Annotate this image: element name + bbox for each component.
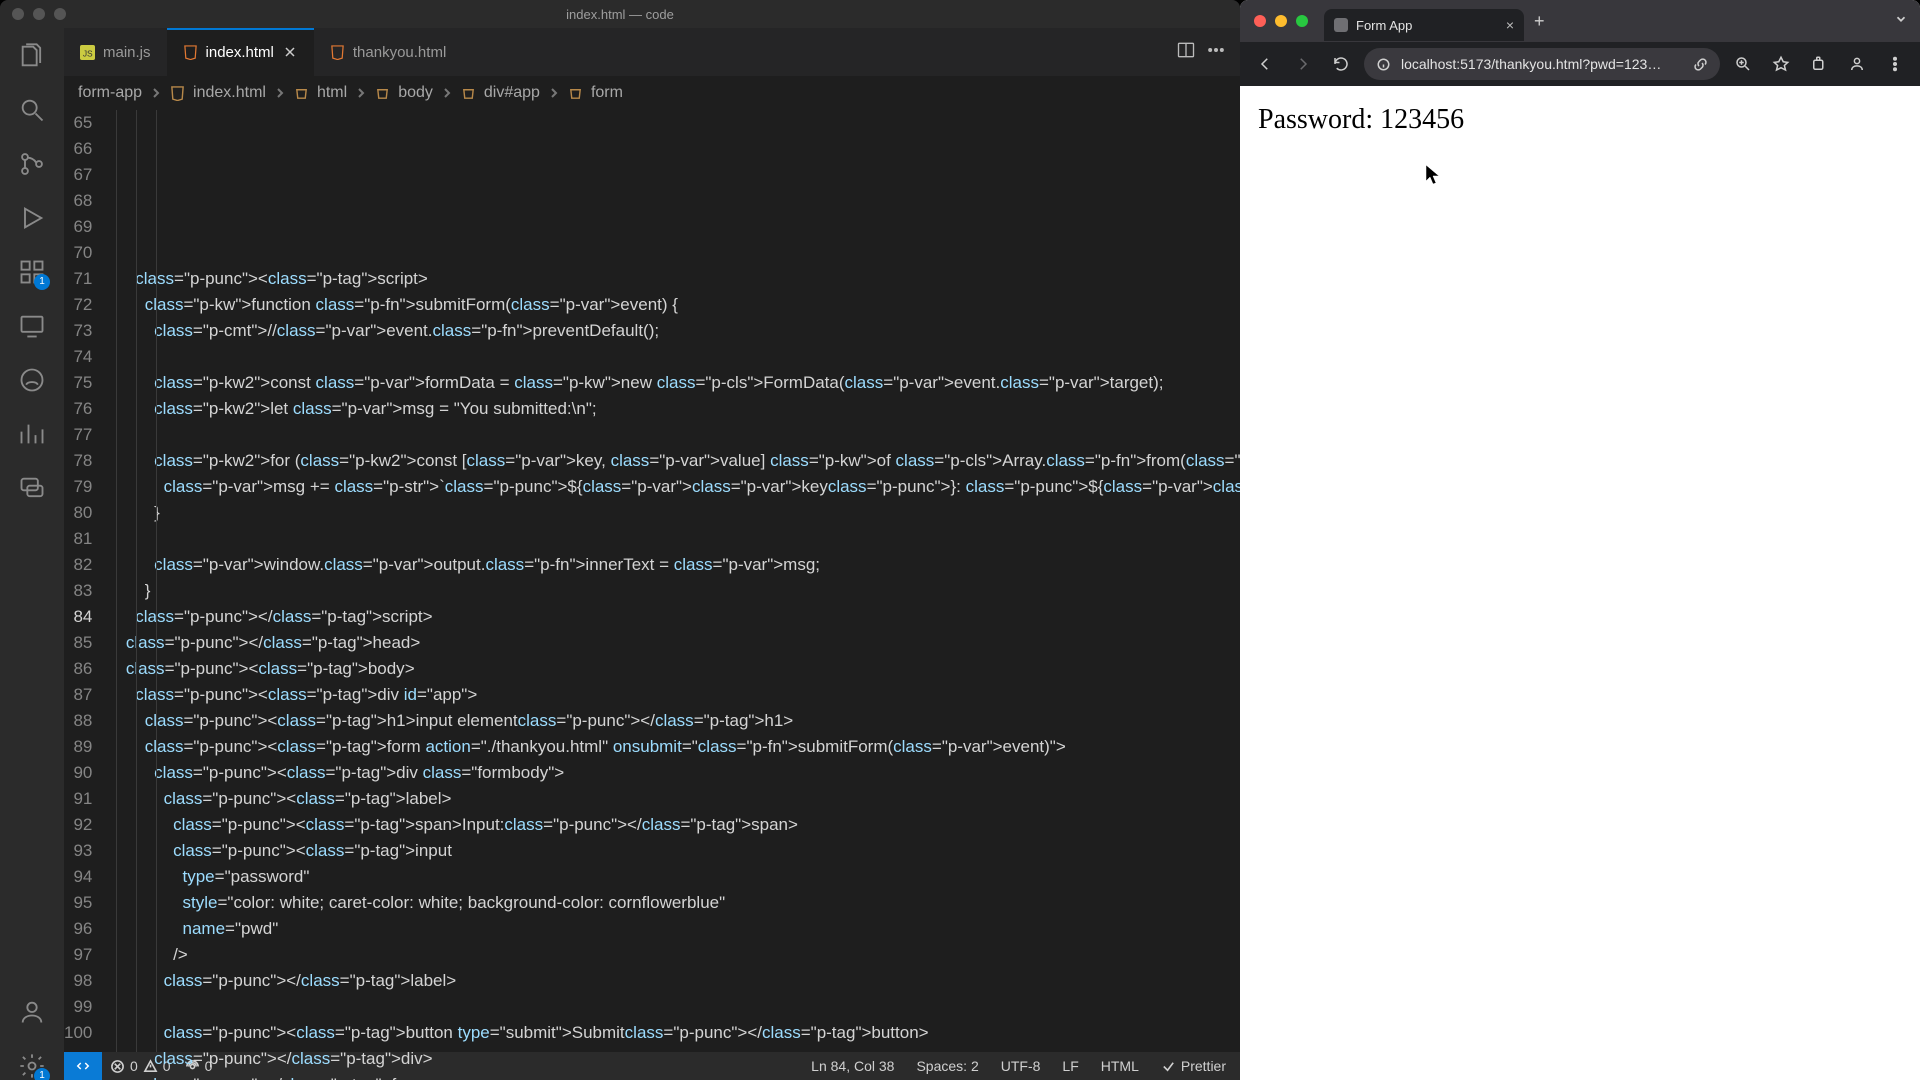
vscode-titlebar: index.html — code xyxy=(0,0,1240,28)
copilot-icon[interactable] xyxy=(18,366,46,394)
profile-icon[interactable] xyxy=(1842,49,1872,79)
code-content[interactable]: class="p-punc"><class="p-tag">script> cl… xyxy=(116,110,1240,1052)
graph-icon[interactable] xyxy=(18,420,46,448)
bookmark-icon[interactable] xyxy=(1766,49,1796,79)
settings-badge: 1 xyxy=(34,1068,50,1080)
close-icon[interactable]: × xyxy=(1506,17,1514,33)
search-icon[interactable] xyxy=(18,96,46,124)
line-gutter: 6566676869707172737475767778798081828384… xyxy=(64,110,116,1052)
activity-bar: 1 1 xyxy=(0,28,64,1080)
expand-icon[interactable] xyxy=(1894,12,1908,31)
remote-explorer-icon[interactable] xyxy=(18,312,46,340)
share-link-icon[interactable] xyxy=(1693,57,1708,72)
tab-index-html[interactable]: index.html xyxy=(167,28,314,76)
source-control-icon[interactable] xyxy=(18,150,46,178)
extensions-icon[interactable]: 1 xyxy=(18,258,46,286)
window-zoom-icon[interactable] xyxy=(1296,15,1308,27)
editor-area: JS main.js index.html thankyou.html xyxy=(64,28,1240,1080)
accounts-icon[interactable] xyxy=(18,998,46,1026)
address-bar[interactable]: localhost:5173/thankyou.html?pwd=123… xyxy=(1364,48,1720,80)
run-debug-icon[interactable] xyxy=(18,204,46,232)
close-icon[interactable] xyxy=(282,44,298,60)
site-info-icon[interactable] xyxy=(1376,57,1391,72)
explorer-icon[interactable] xyxy=(18,42,46,70)
editor-tabs: JS main.js index.html thankyou.html xyxy=(64,28,1240,76)
mouse-cursor-icon xyxy=(1425,164,1441,186)
favicon-icon xyxy=(1334,18,1348,32)
browser-window: Form App × + localhost:5173/thankyou.htm… xyxy=(1240,0,1920,1080)
extensions-puzzle-icon[interactable] xyxy=(1804,49,1834,79)
forward-button[interactable] xyxy=(1288,49,1318,79)
split-editor-icon[interactable] xyxy=(1176,40,1196,65)
url-text: localhost:5173/thankyou.html?pwd=123… xyxy=(1401,56,1683,72)
breadcrumb[interactable]: form-app index.html html body div#app fo xyxy=(64,76,1240,110)
tab-label: index.html xyxy=(206,44,274,61)
tab-main-js[interactable]: JS main.js xyxy=(64,28,167,76)
code-editor[interactable]: 6566676869707172737475767778798081828384… xyxy=(64,110,1240,1052)
tab-thankyou-html[interactable]: thankyou.html xyxy=(314,28,462,76)
browser-tab[interactable]: Form App × xyxy=(1324,9,1524,41)
browser-viewport: Password: 123456 xyxy=(1240,86,1920,1080)
window-minimize-icon[interactable] xyxy=(33,8,45,20)
window-close-icon[interactable] xyxy=(1254,15,1266,27)
browser-menu-icon[interactable] xyxy=(1880,49,1910,79)
mac-traffic-lights[interactable] xyxy=(12,8,66,20)
browser-toolbar: localhost:5173/thankyou.html?pwd=123… xyxy=(1240,42,1920,86)
window-zoom-icon[interactable] xyxy=(54,8,66,20)
mac-traffic-lights[interactable] xyxy=(1254,15,1308,27)
comments-icon[interactable] xyxy=(18,474,46,502)
zoom-icon[interactable] xyxy=(1728,49,1758,79)
vscode-window: index.html — code 1 1 xyxy=(0,0,1240,1080)
window-minimize-icon[interactable] xyxy=(1275,15,1287,27)
tab-label: main.js xyxy=(103,44,151,61)
back-button[interactable] xyxy=(1250,49,1280,79)
browser-tabstrip: Form App × + xyxy=(1240,0,1920,42)
window-close-icon[interactable] xyxy=(12,8,24,20)
new-tab-button[interactable]: + xyxy=(1534,11,1545,32)
more-actions-icon[interactable] xyxy=(1206,40,1226,65)
tab-label: thankyou.html xyxy=(353,44,446,61)
settings-gear-icon[interactable]: 1 xyxy=(18,1052,46,1080)
remote-indicator[interactable] xyxy=(64,1052,102,1080)
browser-tab-title: Form App xyxy=(1356,18,1412,33)
svg-text:JS: JS xyxy=(83,48,93,58)
vscode-title: index.html — code xyxy=(0,7,1240,22)
page-heading: Password: 123456 xyxy=(1258,104,1902,136)
reload-button[interactable] xyxy=(1326,49,1356,79)
extensions-badge: 1 xyxy=(34,274,50,290)
